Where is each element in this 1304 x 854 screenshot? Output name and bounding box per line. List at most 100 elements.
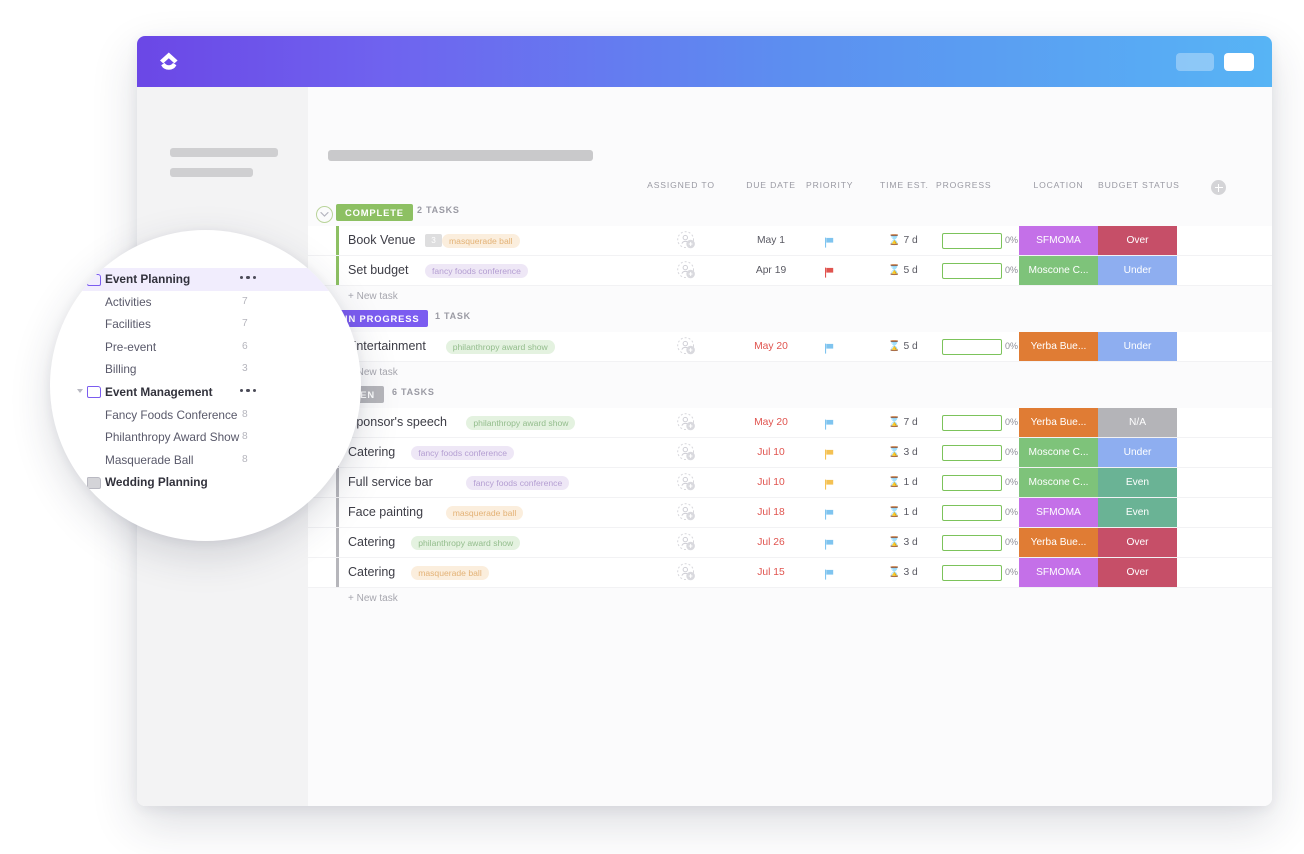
sidebar-item-billing[interactable]: Billing 3 — [50, 358, 361, 381]
due-date[interactable]: Jul 10 — [740, 447, 802, 458]
assignee-avatar[interactable] — [677, 231, 696, 250]
progress-bar[interactable] — [942, 535, 1002, 551]
priority-flag[interactable] — [824, 477, 835, 490]
task-tag[interactable]: fancy foods conference — [425, 264, 528, 278]
task-name[interactable]: Catering — [348, 565, 395, 579]
due-date[interactable]: May 1 — [740, 235, 802, 246]
assignee-avatar[interactable] — [677, 533, 696, 552]
sidebar-item-masquerade-ball[interactable]: Masquerade Ball 8 — [50, 449, 361, 472]
task-tag[interactable]: fancy foods conference — [411, 446, 515, 460]
location-cell[interactable]: Moscone C... — [1019, 438, 1098, 467]
priority-flag[interactable] — [824, 265, 835, 278]
due-date[interactable]: Jul 10 — [740, 477, 802, 488]
priority-flag[interactable] — [824, 341, 835, 354]
column-header-budget-status[interactable]: BUDGET STATUS — [1098, 180, 1179, 190]
assignee-avatar[interactable] — [677, 503, 696, 522]
location-cell[interactable]: Moscone C... — [1019, 468, 1098, 497]
task-tag[interactable]: masquerade ball — [442, 234, 520, 248]
assignee-avatar[interactable] — [677, 473, 696, 492]
column-header-time-est[interactable]: TIME EST. — [880, 180, 929, 190]
location-cell[interactable]: Yerba Bue... — [1019, 408, 1098, 437]
budget-status-cell[interactable]: Under — [1098, 332, 1177, 361]
budget-status-cell[interactable]: Over — [1098, 558, 1177, 587]
progress-bar[interactable] — [942, 339, 1002, 355]
table-row[interactable]: Entertainment philanthropy award show May … — [308, 332, 1272, 362]
sidebar-item-pre-event[interactable]: Pre-event 6 — [50, 336, 361, 359]
budget-status-cell[interactable]: Even — [1098, 468, 1177, 497]
new-task-row[interactable]: + New task — [308, 286, 1272, 310]
priority-flag[interactable] — [824, 537, 835, 550]
progress-bar[interactable] — [942, 445, 1002, 461]
progress-bar[interactable] — [942, 475, 1002, 491]
column-header-location[interactable]: LOCATION — [1019, 180, 1098, 190]
location-cell[interactable]: Yerba Bue... — [1019, 332, 1098, 361]
expand-caret-icon[interactable] — [77, 478, 81, 485]
priority-flag[interactable] — [824, 567, 835, 580]
sidebar-item-menu-button[interactable] — [240, 388, 257, 393]
budget-status-cell[interactable]: Even — [1098, 498, 1177, 527]
sidebar-item-facilities[interactable]: Facilities 7 — [50, 313, 361, 336]
priority-flag[interactable] — [824, 447, 835, 460]
assignee-avatar[interactable] — [677, 413, 696, 432]
task-tag[interactable]: philanthropy award show — [445, 340, 555, 354]
task-tag[interactable]: masquerade ball — [445, 506, 524, 520]
assignee-avatar[interactable] — [677, 337, 696, 356]
table-row[interactable]: Full service bar fancy foods conference Ju… — [308, 468, 1272, 498]
assignee-avatar[interactable] — [677, 443, 696, 462]
sidebar-item-wedding-planning[interactable]: Wedding Planning — [50, 471, 361, 494]
table-row[interactable]: Book Venue 3 masquerade ball May 1 ⌛ 7 d 0% SFM… — [308, 226, 1272, 256]
budget-status-cell[interactable]: N/A — [1098, 408, 1177, 437]
assignee-avatar[interactable] — [677, 563, 696, 582]
assignee-avatar[interactable] — [677, 261, 696, 280]
time-estimate[interactable]: ⌛ 1 d — [888, 507, 918, 518]
priority-flag[interactable] — [824, 507, 835, 520]
time-estimate[interactable]: ⌛ 3 d — [888, 537, 918, 548]
table-row[interactable]: Catering masquerade ball Jul 15 ⌛ 3 d 0% SFMOM… — [308, 558, 1272, 588]
sidebar-item-fancy-foods-conference[interactable]: Fancy Foods Conference 8 — [50, 404, 361, 427]
task-tag[interactable]: philanthropy award show — [411, 536, 521, 550]
location-cell[interactable]: SFMOMA — [1019, 226, 1098, 255]
sidebar-item-activities[interactable]: Activities 7 — [50, 291, 361, 314]
column-header-progress[interactable]: PROGRESS — [936, 180, 992, 190]
time-estimate[interactable]: ⌛ 7 d — [888, 417, 918, 428]
budget-status-cell[interactable]: Over — [1098, 528, 1177, 557]
titlebar-pill-secondary[interactable] — [1176, 53, 1214, 71]
add-column-button[interactable] — [1211, 180, 1226, 195]
due-date[interactable]: May 20 — [740, 341, 802, 352]
new-task-row[interactable]: + New task — [308, 588, 1272, 612]
due-date[interactable]: Jul 26 — [740, 537, 802, 548]
progress-bar[interactable] — [942, 263, 1002, 279]
location-cell[interactable]: Yerba Bue... — [1019, 528, 1098, 557]
time-estimate[interactable]: ⌛ 5 d — [888, 341, 918, 352]
budget-status-cell[interactable]: Under — [1098, 256, 1177, 285]
progress-bar[interactable] — [942, 565, 1002, 581]
table-row[interactable]: Set budget fancy foods conference Apr 19 ⌛ 5… — [308, 256, 1272, 286]
task-tag[interactable]: masquerade ball — [411, 566, 489, 580]
priority-flag[interactable] — [824, 235, 835, 248]
location-cell[interactable]: SFMOMA — [1019, 558, 1098, 587]
time-estimate[interactable]: ⌛ 3 d — [888, 567, 918, 578]
group-status-badge[interactable]: COMPLETE — [336, 204, 413, 221]
location-cell[interactable]: SFMOMA — [1019, 498, 1098, 527]
column-header-assigned-to[interactable]: ASSIGNED TO — [641, 180, 721, 190]
task-tag[interactable]: fancy foods conference — [466, 476, 570, 490]
table-row[interactable]: Catering fancy foods conference Jul 10 ⌛ 3 d… — [308, 438, 1272, 468]
progress-bar[interactable] — [942, 505, 1002, 521]
priority-flag[interactable] — [824, 417, 835, 430]
due-date[interactable]: Jul 15 — [740, 567, 802, 578]
sidebar-item-menu-button[interactable] — [240, 276, 257, 280]
time-estimate[interactable]: ⌛ 1 d — [888, 477, 918, 488]
budget-status-cell[interactable]: Under — [1098, 438, 1177, 467]
location-cell[interactable]: Moscone C... — [1019, 256, 1098, 285]
task-name[interactable]: Sponsor's speech — [348, 415, 447, 429]
column-header-priority[interactable]: PRIORITY — [806, 180, 853, 190]
clickup-logo-icon[interactable] — [155, 47, 183, 75]
due-date[interactable]: May 20 — [740, 417, 802, 428]
table-row[interactable]: Catering philanthropy award show Jul 26 ⌛ 3 … — [308, 528, 1272, 558]
time-estimate[interactable]: ⌛ 3 d — [888, 447, 918, 458]
due-date[interactable]: Apr 19 — [740, 265, 802, 276]
expand-caret-icon[interactable] — [77, 276, 83, 280]
sidebar-item-event-management[interactable]: Event Management — [50, 381, 361, 404]
time-estimate[interactable]: ⌛ 7 d — [888, 235, 918, 246]
expand-caret-icon[interactable] — [77, 388, 83, 393]
